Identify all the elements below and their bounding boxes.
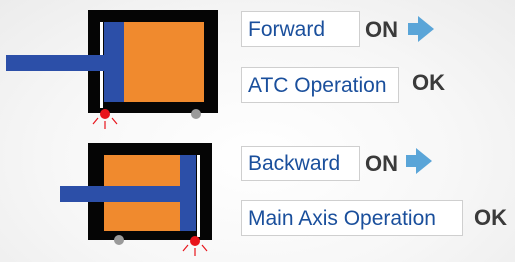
bottom-cylinder	[60, 143, 212, 256]
top-mode-label: Forward	[241, 11, 360, 47]
right-arrow-icon	[406, 148, 432, 174]
bottom-cylinder-rod	[60, 186, 182, 202]
top-cylinder-sensor-right	[191, 109, 201, 119]
bottom-operation-status: OK	[474, 205, 507, 230]
top-cylinder-rod	[6, 55, 106, 71]
bottom-mode-label-text: Backward	[248, 152, 341, 175]
top-mode-status: ON	[365, 17, 398, 42]
top-cylinder-piston-head	[104, 22, 124, 102]
cylinder-status-diagram: Forward ON ATC Operation OK Backward ON …	[0, 0, 515, 262]
top-operation-status: OK	[412, 70, 445, 95]
bottom-cylinder-piston-head	[180, 155, 196, 231]
top-cylinder-sensor-left-glow	[92, 117, 118, 129]
top-operation-label: ATC Operation	[241, 67, 399, 103]
top-cylinder-piston	[124, 22, 204, 102]
bottom-cylinder-sensor-right	[190, 236, 200, 246]
bottom-mode-status: ON	[365, 151, 398, 176]
bottom-mode-label: Backward	[241, 146, 360, 181]
bottom-operation-label: Main Axis Operation	[241, 200, 463, 236]
top-mode-label-text: Forward	[248, 17, 326, 41]
top-operation-label-text: ATC Operation	[248, 73, 387, 97]
bottom-cylinder-sensor-left	[114, 235, 124, 245]
bottom-cylinder-slit	[197, 155, 200, 237]
top-cylinder-sensor-left	[100, 109, 110, 119]
bottom-operation-label-text: Main Axis Operation	[248, 206, 436, 230]
bottom-cylinder-sensor-right-glow	[182, 244, 208, 256]
right-arrow-icon	[408, 16, 434, 42]
top-cylinder	[6, 10, 218, 129]
